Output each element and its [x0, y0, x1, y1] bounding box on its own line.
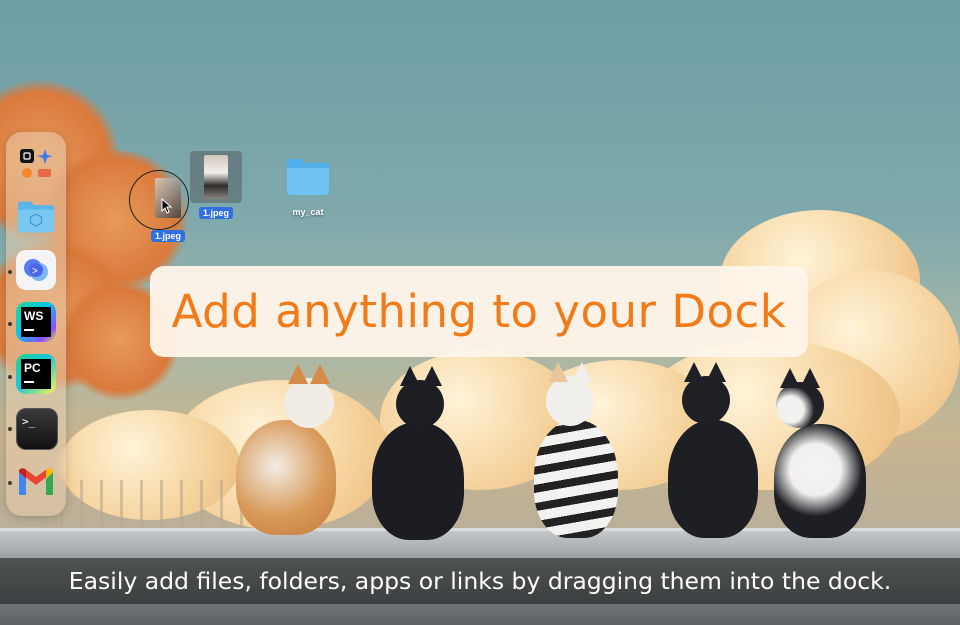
app-grid-icon [20, 149, 53, 178]
ws-icon: WS [21, 307, 51, 337]
terminal-icon: >_ [22, 415, 36, 428]
blue-app-icon: > [24, 259, 48, 281]
cat-black [368, 366, 468, 541]
dock-item-app-group[interactable] [16, 144, 56, 184]
banner-title: Add anything to your Dock [171, 285, 787, 338]
cat-tuxedo [770, 368, 870, 540]
desktop-file-label: 1.jpeg [198, 207, 233, 219]
desktop-folder-label: my_cat [292, 207, 324, 217]
folder-icon [287, 159, 329, 195]
image-thumbnail-icon [204, 155, 228, 199]
dock-item-folder[interactable] [16, 196, 56, 236]
caption-text: Easily add files, folders, apps or links… [68, 567, 892, 595]
cat-tabby [530, 360, 620, 540]
svg-text:>: > [32, 266, 38, 277]
dock-item-webstorm[interactable]: WS [16, 302, 56, 342]
desktop-file-label: 1.jpeg [150, 230, 185, 242]
pc-icon: PC [21, 359, 51, 389]
gmail-icon [19, 468, 53, 495]
desktop-folder-my-cat[interactable]: my_cat [282, 157, 334, 220]
dock-item-app[interactable]: > [16, 250, 56, 290]
subtitle-caption: Easily add files, folders, apps or links… [0, 558, 960, 604]
desktop-file-jpeg[interactable]: 1.jpeg [190, 151, 242, 221]
cat-black-white [664, 360, 764, 540]
dock-item-pycharm[interactable]: PC [16, 354, 56, 394]
dock: > WS PC >_ [6, 132, 66, 516]
pointer-cursor-icon [161, 198, 173, 214]
folder-icon [17, 201, 55, 233]
cat-orange-white [236, 360, 346, 540]
dock-item-terminal[interactable]: >_ [16, 408, 58, 450]
title-banner: Add anything to your Dock [150, 266, 808, 357]
drag-cursor-ring [129, 170, 189, 230]
dock-item-gmail[interactable] [16, 462, 56, 502]
